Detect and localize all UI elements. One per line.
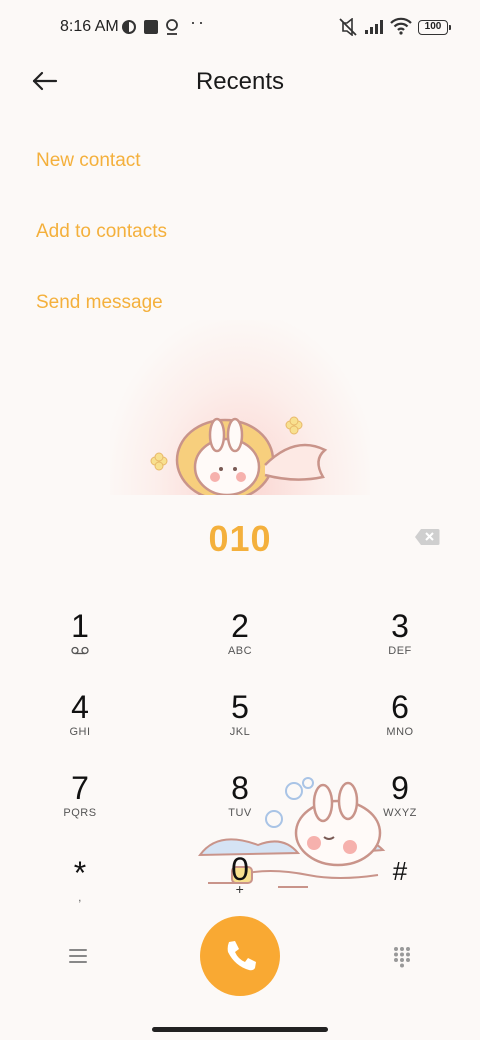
- key-letters: JKL: [229, 726, 251, 738]
- key-digit: 5: [231, 689, 249, 725]
- key-5[interactable]: 5 JKL: [180, 689, 300, 761]
- status-bar: 8:16 AM ·· 100: [0, 0, 480, 56]
- call-button[interactable]: [200, 916, 280, 996]
- key-0[interactable]: 0 +: [180, 851, 300, 923]
- key-star[interactable]: * ,: [20, 855, 140, 927]
- key-digit: 3: [391, 608, 409, 644]
- new-contact-button[interactable]: New contact: [36, 150, 141, 172]
- key-letters: ABC: [227, 645, 253, 657]
- phone-icon: [227, 941, 256, 971]
- key-2[interactable]: 2 ABC: [180, 608, 300, 680]
- dialpad-icon[interactable]: [392, 946, 412, 968]
- key-digit: #: [392, 856, 408, 886]
- key-digit: 8: [231, 770, 249, 806]
- square-icon: [144, 20, 158, 34]
- key-letters: DEF: [388, 645, 412, 657]
- key-letters: ,: [78, 892, 82, 904]
- menu-icon[interactable]: [68, 946, 88, 966]
- key-1[interactable]: 1: [20, 608, 140, 680]
- key-hash[interactable]: #: [340, 853, 460, 925]
- key-letters: WXYZ: [383, 807, 417, 819]
- signal-icon: [365, 20, 383, 34]
- add-to-contacts-button[interactable]: Add to contacts: [36, 221, 167, 243]
- send-message-button[interactable]: Send message: [36, 292, 163, 314]
- key-letters: TUV: [228, 807, 252, 819]
- battery-icon: 100: [418, 20, 451, 35]
- key-digit: 6: [391, 689, 409, 725]
- key-digit: 4: [71, 689, 89, 725]
- key-digit: 7: [71, 770, 89, 806]
- key-letters: PQRS: [63, 807, 97, 819]
- key-3[interactable]: 3 DEF: [340, 608, 460, 680]
- key-4[interactable]: 4 GHI: [20, 689, 140, 761]
- bunny-illustration: [150, 416, 328, 495]
- voicemail-icon: [71, 646, 89, 655]
- key-digit: 2: [231, 608, 249, 644]
- key-letters: MNO: [386, 726, 414, 738]
- key-9[interactable]: 9 WXYZ: [340, 770, 460, 842]
- key-7[interactable]: 7 PQRS: [20, 770, 140, 842]
- status-time: 8:16 AM: [60, 18, 119, 35]
- key-8[interactable]: 8 TUV: [180, 770, 300, 842]
- more-dots-icon: ··: [190, 12, 206, 32]
- key-digit: 1: [71, 608, 89, 644]
- key-letters: GHI: [69, 726, 91, 738]
- key-digit: 9: [391, 770, 409, 806]
- mute-icon: [339, 18, 357, 36]
- vpn-icon: [122, 20, 136, 34]
- page-title: Recents: [195, 68, 285, 95]
- wifi-icon: [390, 17, 412, 35]
- key-digit: *: [73, 855, 87, 891]
- location-icon: [166, 19, 178, 35]
- key-letters: +: [235, 881, 245, 897]
- key-6[interactable]: 6 MNO: [340, 689, 460, 761]
- home-indicator[interactable]: [152, 1027, 328, 1032]
- backspace-icon[interactable]: [414, 528, 440, 546]
- dialed-number: 010: [208, 518, 272, 559]
